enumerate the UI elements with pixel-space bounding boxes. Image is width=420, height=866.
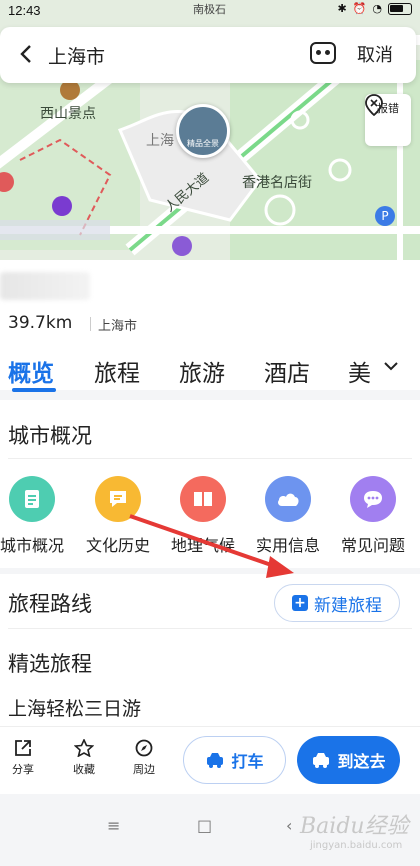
chat-icon — [350, 476, 396, 522]
itinerary-divider — [8, 628, 412, 629]
new-trip-label: 新建旅程 — [314, 595, 382, 616]
city-overview-section: 城市概况 城市概况 文化历史 地理气候 实用信息 常见问题 — [0, 400, 420, 568]
report-error-button[interactable]: 报错 — [365, 94, 411, 146]
category-culture-history[interactable]: 文化历史 — [76, 476, 160, 556]
trip-item[interactable]: 上海轻松三日游 — [8, 694, 141, 721]
blurred-place-name — [0, 272, 90, 300]
category-geography-climate[interactable]: 地理气候 — [161, 476, 245, 556]
overview-divider — [8, 458, 412, 459]
chevron-down-icon[interactable] — [383, 358, 399, 374]
category-label: 城市概况 — [0, 536, 64, 555]
location-pin-icon — [365, 94, 383, 116]
battery-icon — [388, 2, 412, 15]
alarm-icon: ⏰ — [352, 2, 367, 15]
itinerary-section: 旅程路线 + 新建旅程 精选旅程 上海轻松三日游 — [0, 574, 420, 726]
distance-text: 39.7km — [8, 313, 73, 333]
voice-assistant-icon[interactable] — [310, 42, 336, 64]
category-practical-info[interactable]: 实用信息 — [246, 476, 330, 556]
city-search-text[interactable]: 上海市 — [48, 42, 105, 69]
panorama-caption: 精品全景 — [187, 139, 219, 148]
map-label-west-hill: 西山景点 — [40, 106, 96, 122]
selected-trips-title: 精选旅程 — [8, 652, 92, 676]
bottom-toolbar: 分享 收藏 周边 打车 到这去 — [0, 726, 420, 794]
favorite-label: 收藏 — [73, 763, 95, 776]
book-icon — [180, 476, 226, 522]
share-icon — [15, 740, 31, 756]
status-time: 12:43 — [8, 2, 41, 18]
tab-journey[interactable]: 旅程 — [94, 354, 140, 388]
document-icon — [9, 476, 55, 522]
overview-title: 城市概况 — [8, 424, 92, 448]
back-icon[interactable]: ‹ — [286, 816, 292, 835]
wifi-icon: ◔ — [372, 2, 382, 15]
tab-hotel[interactable]: 酒店 — [264, 354, 310, 388]
star-icon — [74, 739, 94, 757]
favorite-button[interactable]: 收藏 — [64, 739, 104, 777]
category-label: 地理气候 — [170, 536, 235, 555]
go-here-label: 到这去 — [337, 752, 386, 771]
tab-overview[interactable]: 概览 — [8, 354, 54, 388]
itinerary-title: 旅程路线 — [8, 592, 92, 616]
game-poi-icon[interactable] — [52, 196, 72, 216]
category-city-overview[interactable]: 城市概况 — [0, 476, 74, 556]
status-bar: 12:43 南极石 ✱ ⏰ ◔ — [0, 0, 420, 20]
go-here-button[interactable]: 到这去 — [297, 736, 400, 784]
cancel-button[interactable]: 取消 — [357, 41, 393, 67]
taxi-button[interactable]: 打车 — [183, 736, 286, 784]
shopping-poi-icon[interactable] — [172, 236, 192, 256]
system-nav-bar: ≡ □ ‹ Baidu经验 jingyan.baidu.com — [0, 794, 420, 866]
taxi-label: 打车 — [231, 752, 264, 771]
info-divider — [90, 317, 91, 331]
tab-food[interactable]: 美 — [348, 354, 371, 388]
share-label: 分享 — [12, 763, 34, 776]
baidu-watermark: Baidu经验 — [300, 814, 409, 839]
parking-icon[interactable]: P — [375, 206, 395, 226]
active-tab-indicator — [12, 388, 56, 392]
back-arrow-icon[interactable] — [14, 41, 38, 67]
nearby-label: 周边 — [133, 763, 155, 776]
map-label-shanghai: 上海 — [146, 133, 174, 149]
tab-travel[interactable]: 旅游 — [179, 354, 225, 388]
plus-icon: + — [292, 595, 308, 611]
category-faq[interactable]: 常见问题 — [331, 476, 415, 556]
landmark-icon[interactable] — [60, 80, 80, 100]
cloud-icon — [265, 476, 311, 522]
search-bar[interactable]: 上海市 取消 — [0, 27, 416, 83]
comment-icon — [95, 476, 141, 522]
category-tabs: 概览 旅程 旅游 酒店 美 — [0, 350, 420, 392]
status-carrier: 南极石 — [193, 3, 226, 16]
compass-icon — [135, 739, 153, 757]
nearby-button[interactable]: 周边 — [124, 739, 164, 777]
status-icons: ✱ ⏰ ◔ — [337, 2, 412, 15]
category-label: 文化历史 — [85, 536, 150, 555]
bluetooth-icon: ✱ — [337, 2, 347, 15]
baidu-watermark-url: jingyan.baidu.com — [310, 840, 403, 851]
taxi-icon — [207, 753, 224, 768]
home-icon[interactable]: □ — [197, 816, 212, 835]
location-text: 上海市 — [98, 319, 138, 334]
new-trip-button[interactable]: + 新建旅程 — [274, 584, 400, 622]
category-label: 实用信息 — [255, 536, 320, 555]
category-label: 常见问题 — [340, 536, 405, 555]
menu-icon[interactable]: ≡ — [107, 816, 120, 835]
car-icon — [313, 753, 330, 768]
map-label-hongkong-street: 香港名店街 — [242, 175, 312, 191]
share-button[interactable]: 分享 — [3, 739, 43, 777]
panorama-photo-marker[interactable]: 精品全景 — [176, 104, 230, 158]
